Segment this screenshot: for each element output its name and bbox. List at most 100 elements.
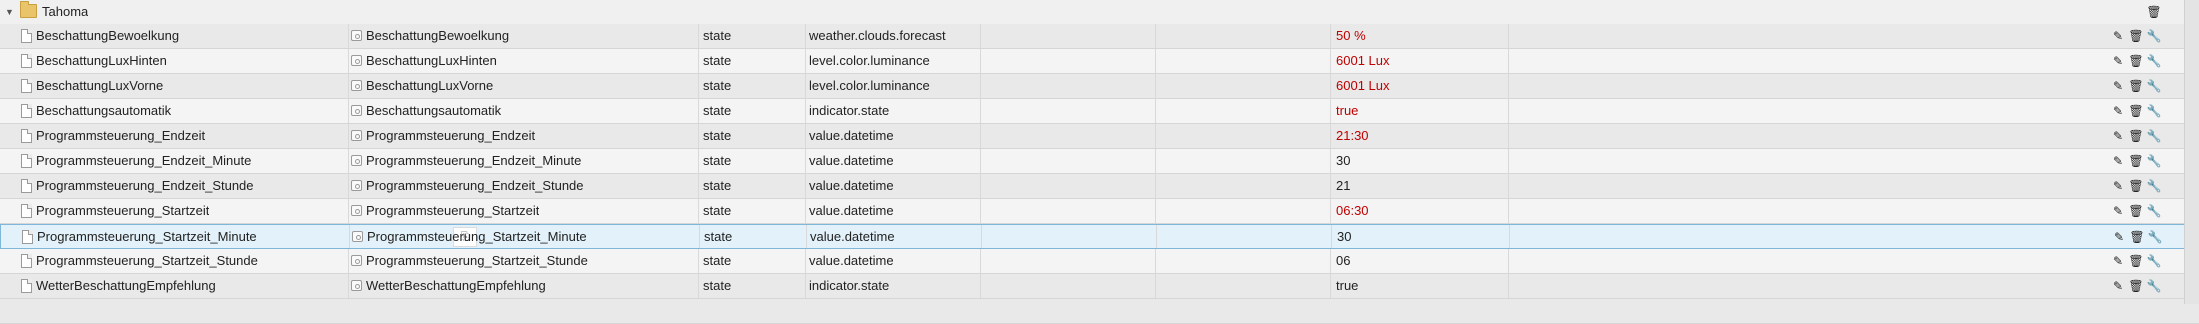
object-value[interactable]: true bbox=[1336, 99, 1358, 123]
column-separator bbox=[1330, 149, 1331, 173]
edit-icon[interactable]: ✎ bbox=[2110, 228, 2128, 246]
table-row[interactable]: Programmsteuerung_Startzeit_Stunde Progra… bbox=[0, 249, 2199, 274]
document-icon bbox=[21, 179, 32, 193]
object-role: value.datetime bbox=[809, 178, 894, 193]
column-separator bbox=[698, 249, 699, 273]
trash-icon[interactable]: 🗑 bbox=[2127, 77, 2145, 95]
column-separator bbox=[805, 124, 806, 148]
column-separator bbox=[1508, 199, 1509, 223]
object-role: level.color.luminance bbox=[809, 53, 930, 68]
trash-icon[interactable]: 🗑 bbox=[2127, 252, 2145, 270]
column-separator bbox=[805, 74, 806, 98]
edit-icon[interactable]: ✎ bbox=[2109, 52, 2127, 70]
wrench-icon[interactable]: 🔧 bbox=[2145, 152, 2163, 170]
column-separator bbox=[980, 199, 981, 223]
trash-icon[interactable]: 🗑 bbox=[2127, 27, 2145, 45]
edit-icon[interactable]: ✎ bbox=[2109, 152, 2127, 170]
column-separator bbox=[1155, 74, 1156, 98]
table-row[interactable]: Programmsteuerung_Startzeit Programmsteue… bbox=[0, 199, 2199, 224]
wrench-icon[interactable]: 🔧 bbox=[2145, 27, 2163, 45]
table-row[interactable]: WetterBeschattungEmpfehlung WetterBeschat… bbox=[0, 274, 2199, 299]
trash-icon[interactable]: 🗑 bbox=[2127, 102, 2145, 120]
trash-icon[interactable]: 🗑 bbox=[2145, 3, 2163, 21]
wrench-icon[interactable]: 🔧 bbox=[2145, 52, 2163, 70]
document-icon bbox=[21, 54, 32, 68]
column-separator bbox=[805, 49, 806, 73]
object-value[interactable]: true bbox=[1336, 274, 1358, 298]
wrench-icon[interactable]: 🔧 bbox=[2145, 102, 2163, 120]
wrench-icon[interactable]: 🔧 bbox=[2145, 252, 2163, 270]
object-name: Programmsteuerung_Endzeit bbox=[366, 128, 536, 143]
column-separator bbox=[1155, 149, 1156, 173]
wrench-icon[interactable]: 🔧 bbox=[2145, 277, 2163, 295]
object-value[interactable]: 50 % bbox=[1336, 24, 1366, 48]
edit-icon[interactable]: ✎ bbox=[2109, 277, 2127, 295]
wrench-icon[interactable]: 🔧 bbox=[2145, 177, 2163, 195]
column-separator bbox=[1155, 124, 1156, 148]
object-value[interactable]: 30 bbox=[1336, 149, 1350, 173]
column-separator bbox=[1508, 24, 1509, 48]
object-value[interactable]: 6001 Lux bbox=[1336, 49, 1390, 73]
edit-icon[interactable]: ✎ bbox=[2109, 127, 2127, 145]
table-row[interactable]: BeschattungLuxHinten BeschattungLuxHinten… bbox=[0, 49, 2199, 74]
table-row[interactable]: Programmsteuerung_Startzeit_Minute ⎘ Progr… bbox=[0, 224, 2199, 249]
table-row[interactable]: Beschattungsautomatik Beschattungsautomat… bbox=[0, 99, 2199, 124]
object-value[interactable]: 30 bbox=[1337, 225, 1351, 249]
edit-icon[interactable]: ✎ bbox=[2109, 202, 2127, 220]
trash-icon[interactable]: 🗑 bbox=[2127, 177, 2145, 195]
edit-icon[interactable]: ✎ bbox=[2109, 102, 2127, 120]
column-separator bbox=[1508, 99, 1509, 123]
table-row[interactable]: BeschattungLuxVorne BeschattungLuxVorne st… bbox=[0, 74, 2199, 99]
trash-icon[interactable]: 🗑 bbox=[2127, 202, 2145, 220]
edit-icon[interactable]: ✎ bbox=[2109, 252, 2127, 270]
column-separator bbox=[698, 49, 699, 73]
table-row[interactable]: BeschattungBewoelkung BeschattungBewoelku… bbox=[0, 24, 2199, 49]
object-id: BeschattungLuxVorne bbox=[36, 78, 164, 93]
column-separator bbox=[980, 99, 981, 123]
column-separator bbox=[980, 24, 981, 48]
object-id: Programmsteuerung_Endzeit bbox=[36, 128, 206, 143]
state-icon bbox=[351, 130, 362, 141]
object-value[interactable]: 21 bbox=[1336, 174, 1350, 198]
table-row[interactable]: Programmsteuerung_Endzeit_Minute Programm… bbox=[0, 149, 2199, 174]
column-separator bbox=[980, 149, 981, 173]
trash-icon[interactable]: 🗑 bbox=[2127, 152, 2145, 170]
document-icon bbox=[21, 79, 32, 93]
column-separator bbox=[1330, 174, 1331, 198]
object-type: state bbox=[703, 253, 732, 268]
object-type: state bbox=[703, 28, 732, 43]
table-row[interactable]: Programmsteuerung_Endzeit Programmsteueru… bbox=[0, 124, 2199, 149]
object-value[interactable]: 06 bbox=[1336, 249, 1350, 273]
object-name: Programmsteuerung_Startzeit_Stunde bbox=[366, 253, 588, 268]
trash-icon[interactable]: 🗑 bbox=[2127, 127, 2145, 145]
wrench-icon[interactable]: 🔧 bbox=[2145, 77, 2163, 95]
trash-icon[interactable]: 🗑 bbox=[2128, 228, 2146, 246]
wrench-icon[interactable]: 🔧 bbox=[2145, 202, 2163, 220]
object-value[interactable]: 6001 Lux bbox=[1336, 74, 1390, 98]
column-separator bbox=[698, 74, 699, 98]
document-icon bbox=[22, 230, 33, 244]
object-id: WetterBeschattungEmpfehlung bbox=[36, 278, 216, 293]
object-value[interactable]: 06:30 bbox=[1336, 199, 1369, 223]
wrench-icon[interactable]: 🔧 bbox=[2145, 127, 2163, 145]
object-type: state bbox=[703, 153, 732, 168]
vertical-scrollbar[interactable] bbox=[2184, 0, 2199, 304]
edit-icon[interactable]: ✎ bbox=[2109, 77, 2127, 95]
object-id: Programmsteuerung_Startzeit_Stunde bbox=[36, 253, 258, 268]
object-name: Programmsteuerung_Startzeit_Minute bbox=[367, 229, 587, 244]
wrench-icon[interactable]: 🔧 bbox=[2146, 228, 2164, 246]
state-icon bbox=[351, 205, 362, 216]
object-value[interactable]: 21:30 bbox=[1336, 124, 1369, 148]
edit-icon[interactable]: ✎ bbox=[2109, 177, 2127, 195]
collapse-caret-icon[interactable]: ▼ bbox=[5, 0, 14, 24]
trash-icon[interactable]: 🗑 bbox=[2127, 277, 2145, 295]
object-type: state bbox=[704, 229, 733, 244]
trash-icon[interactable]: 🗑 bbox=[2127, 52, 2145, 70]
column-separator bbox=[980, 274, 981, 298]
folder-row-tahoma[interactable]: ▼ Tahoma 🗑 bbox=[0, 0, 2199, 25]
table-row[interactable]: Programmsteuerung_Endzeit_Stunde Programm… bbox=[0, 174, 2199, 199]
column-separator bbox=[1155, 174, 1156, 198]
edit-icon[interactable]: ✎ bbox=[2109, 27, 2127, 45]
column-separator bbox=[981, 225, 982, 248]
object-role: level.color.luminance bbox=[809, 78, 930, 93]
